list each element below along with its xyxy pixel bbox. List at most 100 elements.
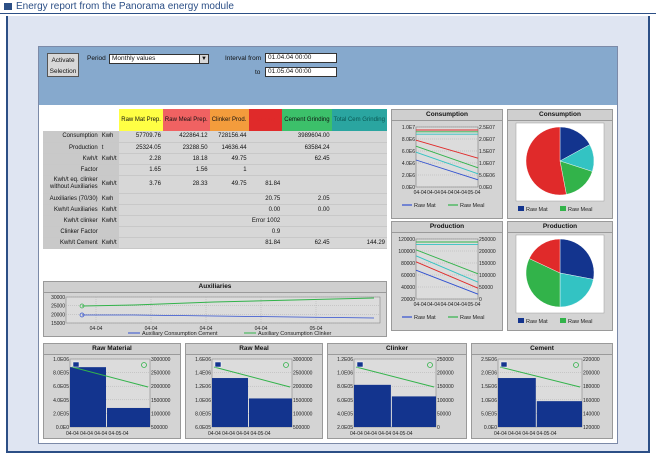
- right-axis-tick: 200000: [583, 371, 600, 377]
- right-axis-tick: 1.5E07: [479, 149, 495, 155]
- energy-table-panel: Raw Mat Prep. Raw Meal Prep. Clinker Pro…: [43, 109, 387, 280]
- table-row: Kwh/t Cement Kwh/t 81.84 62.45 144.29: [43, 237, 387, 249]
- table-cell: [119, 215, 163, 227]
- table-cell: 62.45: [282, 153, 332, 165]
- left-axis-tick: 1.0E7: [402, 125, 415, 131]
- x-axis-tick: 04-04: [427, 190, 440, 196]
- x-axis-tick: 05-04: [468, 302, 481, 308]
- energy-report-window: Activate Selection Period Monthly values…: [38, 46, 618, 444]
- table-cell: [119, 226, 163, 238]
- raw-material-chart-title: Raw Material: [44, 344, 180, 355]
- x-axis-tick: 04-04 04-04 04-04 04-05-04: [66, 431, 129, 437]
- x-axis-tick: 04-04: [414, 302, 427, 308]
- left-axis-tick: 5.0E05: [481, 411, 497, 417]
- row-label: Kwh/t Cement: [43, 237, 100, 249]
- row-unit: Kwh/t: [99, 237, 120, 249]
- table-row: Consumption Kwh 57709.76 422864.12 728156.44…: [43, 131, 387, 143]
- table-cell: [331, 204, 387, 216]
- table-cell: [331, 226, 387, 238]
- production-pie-panel: Production Raw Mat Raw Meal: [507, 221, 613, 331]
- table-cell: [331, 215, 387, 227]
- right-axis-tick: 5.0E06: [479, 173, 495, 179]
- row-unit: [99, 226, 120, 238]
- dropdown-arrow-icon[interactable]: ▼: [199, 55, 208, 63]
- interval-from-input[interactable]: 01.04.04 00:00: [265, 53, 337, 63]
- consumption-pie-panel: Consumption Raw Mat Raw Meal: [507, 109, 613, 219]
- table-cell: Error 1002: [248, 215, 283, 227]
- raw-material-chart: 1.0E068.0E056.0E054.0E052.0E050.0E030000…: [53, 357, 171, 437]
- x-axis-tick: 04-04 04-04 04-04 04-05-04: [350, 431, 413, 437]
- right-axis-tick: 100000: [437, 398, 454, 404]
- legend-label: Raw Meal: [460, 315, 484, 321]
- table-cell: [331, 153, 387, 165]
- table-cell: [162, 237, 210, 249]
- clinker-chart: 1.2E061.0E068.0E056.0E054.0E052.0E052500…: [337, 357, 454, 437]
- right-axis-tick: 3000000: [151, 357, 171, 363]
- row-label: Consumption: [43, 131, 100, 143]
- x-axis-tick: 04-04 04-04 04-04 04-05-04: [494, 431, 557, 437]
- consumption-pie-chart: Raw Mat Raw Meal: [515, 122, 605, 213]
- table-cell: [331, 164, 387, 176]
- table-row: Production t 25324.05 23288.50 14636.44 63584…: [43, 142, 387, 154]
- table-cell: 49.75: [209, 175, 249, 194]
- table-cell: 0.00: [248, 204, 283, 216]
- table-cell: 23288.50: [162, 142, 210, 154]
- left-axis-tick: 4.0E6: [402, 161, 415, 167]
- x-axis-tick: 04-04: [441, 302, 454, 308]
- bar: [498, 378, 536, 427]
- table-cell: 3.76: [119, 175, 163, 194]
- left-axis-tick: 1.0E06: [195, 398, 211, 404]
- table-cell: [162, 193, 210, 205]
- period-select-value: Monthly values: [112, 55, 156, 62]
- auxiliaries-chart: 3000025000200001500004-04 04-04 04-04 04-04…: [51, 295, 381, 336]
- legend-label: Auxiliary Consumption Clinker: [258, 331, 332, 336]
- table-cell: [248, 142, 283, 154]
- legend-label: Raw Meal: [568, 319, 592, 325]
- table-cell: [209, 237, 249, 249]
- x-axis-tick: 04-04: [441, 190, 454, 196]
- x-axis-tick: 04-04: [454, 190, 467, 196]
- bar: [70, 367, 106, 427]
- table-row: Kwh/t Auxiliaries Kwh/t 0.00 0.00: [43, 204, 387, 216]
- right-axis-tick: 500000: [151, 425, 168, 431]
- left-axis-tick: 4.0E05: [337, 411, 353, 417]
- activate-selection-button[interactable]: Activate Selection: [47, 53, 79, 77]
- table-cell: [209, 215, 249, 227]
- left-axis-tick: 120000: [398, 237, 415, 243]
- raw-meal-chart: 1.6E061.4E061.2E061.0E068.0E056.0E053000…: [195, 357, 313, 437]
- legend-swatch: [560, 318, 566, 323]
- consumption-pie-title: Consumption: [508, 110, 612, 121]
- legend-label: Raw Meal: [568, 207, 592, 213]
- plot-area: [65, 296, 381, 324]
- table-cell: [331, 142, 387, 154]
- production-pie-chart: Raw Mat Raw Meal: [515, 234, 605, 325]
- right-axis-tick: 2.5E07: [479, 125, 495, 131]
- right-axis-tick: 150000: [479, 261, 496, 267]
- left-axis-tick: 6.0E05: [337, 398, 353, 404]
- table-cell: [119, 193, 163, 205]
- left-axis-tick: 8.0E05: [195, 411, 211, 417]
- row-unit: Kwh: [99, 193, 120, 205]
- period-label: Period: [87, 55, 106, 62]
- table-cell: [282, 226, 332, 238]
- right-axis-tick: 1500000: [293, 398, 313, 404]
- left-axis-tick: 80000: [401, 261, 415, 267]
- row-unit: Kwh/t: [99, 175, 120, 194]
- table-cell: 62.45: [282, 237, 332, 249]
- bar: [107, 407, 150, 427]
- production-line-chart: 1200001000008000060000400002000025000020…: [398, 237, 496, 321]
- table-cell: [331, 193, 387, 205]
- table-row: Kwh/t clinker Kwh/t Error 1002: [43, 215, 387, 227]
- row-unit: Kwh: [99, 131, 120, 143]
- consumption-line-chart-title: Consumption: [392, 110, 502, 121]
- table-cell: 81.84: [248, 175, 283, 194]
- left-axis-tick: 1.0E06: [53, 357, 69, 363]
- left-axis-tick: 15000: [51, 321, 65, 327]
- left-axis-tick: 20000: [51, 312, 65, 318]
- table-cell: 28.33: [162, 175, 210, 194]
- cement-chart-title: Cement: [472, 344, 612, 355]
- period-select[interactable]: Monthly values ▼: [109, 54, 209, 64]
- table-cell: 144.29: [331, 237, 387, 249]
- legend-label: Raw Meal: [460, 203, 484, 209]
- interval-to-input[interactable]: 01.05.04 00:00: [265, 67, 337, 77]
